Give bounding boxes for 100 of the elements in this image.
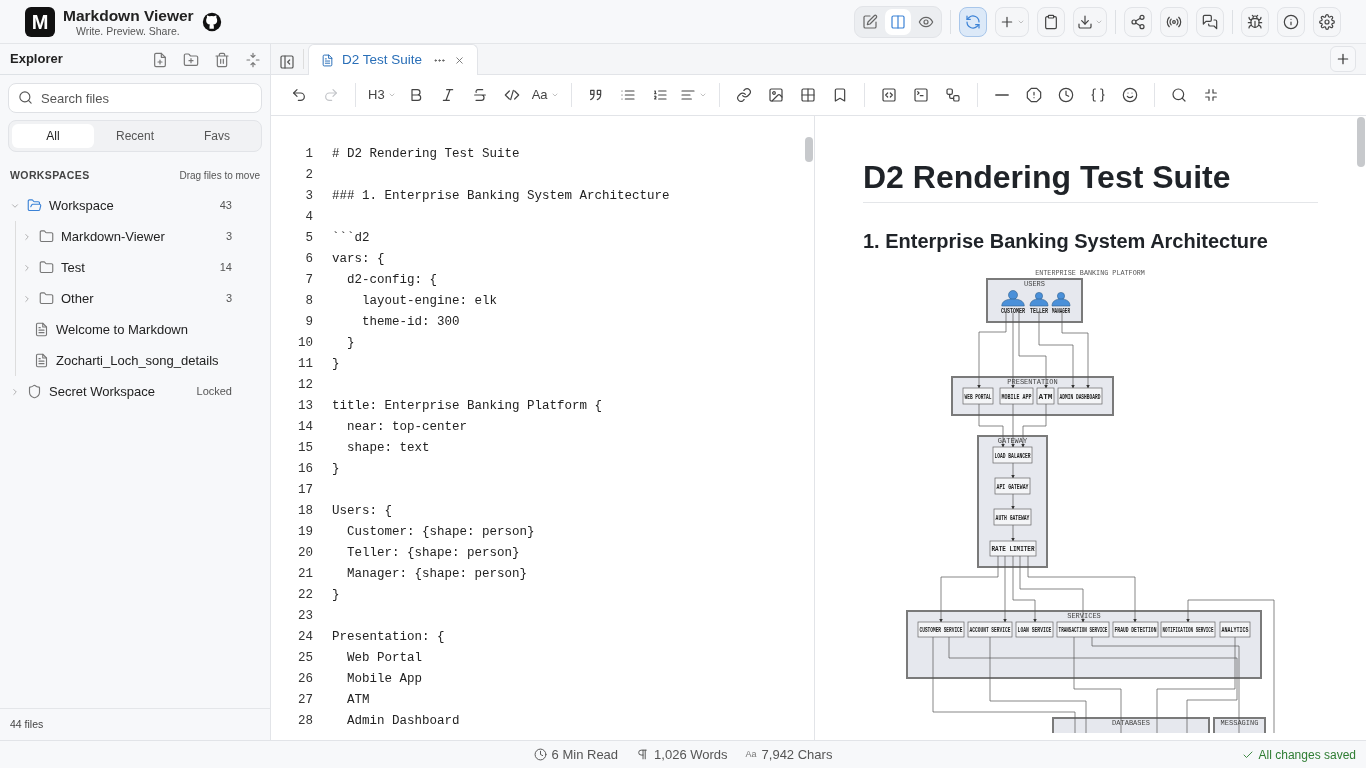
collapse-icon (245, 51, 261, 68)
code-line: Mobile App (346, 671, 422, 688)
close-button[interactable] (454, 54, 465, 66)
status-text: 1,026 Words (654, 745, 728, 764)
delete-button[interactable] (214, 51, 229, 67)
filter-tab[interactable]: All (12, 124, 94, 148)
diagram-node: ANALYTICS (1219, 622, 1251, 638)
comments-button[interactable] (1196, 6, 1224, 37)
line-number: 24 (297, 629, 313, 646)
folder-icon (39, 229, 54, 244)
tree-label: Welcome to Markdown (56, 320, 188, 339)
redo-icon (323, 87, 339, 103)
tree-item[interactable]: Other 3 (16, 283, 270, 314)
preview-heading: D2 Rendering Test Suite (863, 158, 1318, 204)
person-icon (1029, 292, 1049, 307)
new-tab-button[interactable] (1330, 46, 1356, 72)
code-line: } (331, 461, 340, 478)
chevron-right-icon (10, 386, 20, 397)
clock-icon (533, 748, 547, 761)
braces-icon (1089, 87, 1106, 103)
alert-icon (1025, 87, 1042, 103)
code-icon (503, 87, 520, 103)
new-button[interactable] (995, 6, 1029, 37)
tree-item[interactable]: Markdown-Viewer 3 (16, 221, 270, 252)
collapse-all-button[interactable] (245, 51, 260, 67)
person-icon (1051, 292, 1071, 307)
shield-icon (27, 384, 42, 399)
github-icon[interactable] (201, 11, 222, 32)
status-text: 6 Min Read (551, 745, 619, 764)
scrollbar-thumb[interactable] (805, 137, 813, 162)
code-line: ### 1. Enterprise Banking System Architecture (331, 188, 670, 205)
line-number: 19 (297, 524, 313, 541)
section-title: WORKSPACES (10, 168, 90, 183)
clipboard-button[interactable] (1037, 6, 1065, 37)
drag-hint: Drag files to move (179, 169, 260, 183)
app-title: Markdown Viewer (63, 6, 194, 25)
code-line: Presentation: { (331, 629, 445, 646)
diagram-node: ATM (1036, 388, 1055, 405)
file-count: 3 (225, 229, 232, 245)
broadcast-button[interactable] (1160, 6, 1188, 37)
tree-label: Test (61, 258, 85, 277)
clock-icon (1057, 87, 1074, 103)
chat-icon (1202, 13, 1218, 30)
line-number: 3 (304, 188, 313, 205)
line-number: 18 (297, 503, 313, 520)
settings-button[interactable] (1313, 6, 1341, 37)
code-line: d2-config: { (346, 272, 438, 289)
line-number: 12 (297, 377, 313, 394)
preview-subheading: 1. Enterprise Banking System Architecture (863, 229, 1269, 254)
code-block-icon (880, 87, 897, 103)
heading-dropdown[interactable]: H3 (366, 81, 398, 109)
debug-button[interactable] (1241, 6, 1269, 37)
terminal-icon (912, 87, 929, 103)
code-line: Teller: {shape: person} (346, 545, 520, 562)
tree-item[interactable]: Secret Workspace Locked (0, 376, 270, 407)
tree-label: Zocharti_Loch_song_details (56, 351, 219, 370)
scrollbar-thumb[interactable] (1357, 117, 1365, 167)
clipboard-icon (1043, 13, 1059, 30)
caret-icon (698, 91, 707, 99)
tree-item[interactable]: Welcome to Markdown (16, 314, 270, 345)
editor-tab[interactable]: D2 Test Suite (308, 44, 478, 75)
font-dropdown[interactable]: Aa (529, 81, 561, 109)
tree-label: Secret Workspace (49, 382, 155, 401)
line-number: 27 (297, 692, 313, 709)
line-number: 25 (297, 650, 313, 667)
sidebar-toggle-button[interactable] (279, 54, 295, 70)
filter-tab[interactable]: Favs (176, 124, 258, 148)
search-field[interactable]: Search files (8, 83, 262, 113)
code-line: Customer: {shape: person} (346, 524, 535, 541)
chevron-right-icon (22, 262, 32, 273)
filter-tab[interactable]: Recent (94, 124, 176, 148)
document-icon (321, 53, 334, 67)
close-icon (454, 54, 465, 66)
code-line: # D2 Rendering Test Suite (331, 146, 520, 163)
folder-icon (39, 291, 54, 306)
file-count: 3 (225, 291, 232, 307)
code-line: shape: text (346, 440, 430, 457)
code-line: vars: { (331, 251, 385, 268)
tree-item[interactable]: Workspace 43 (0, 190, 270, 221)
share-button[interactable] (1124, 6, 1152, 37)
sync-button[interactable] (959, 6, 987, 37)
download-icon (1077, 13, 1093, 30)
line-number: 6 (304, 251, 313, 268)
sidebar-icon (279, 54, 295, 70)
undo-icon (291, 87, 307, 103)
download-button[interactable] (1073, 6, 1107, 37)
diagram-node: API GATEWAY (994, 478, 1031, 495)
line-number: 10 (297, 335, 313, 352)
tree-item[interactable]: Test 14 (16, 252, 270, 283)
file-total: 44 files (10, 716, 44, 732)
line-number: 4 (304, 209, 313, 226)
info-button[interactable] (1277, 6, 1305, 37)
search-icon (1170, 87, 1187, 103)
line-number: 15 (297, 440, 313, 457)
document-icon (34, 322, 49, 337)
new-file-button[interactable] (152, 51, 167, 67)
tree-item[interactable]: Zocharti_Loch_song_details (16, 345, 270, 376)
code-line: Admin Dashboard (346, 713, 460, 730)
new-folder-button[interactable] (183, 51, 198, 67)
minus-icon (994, 93, 1009, 97)
